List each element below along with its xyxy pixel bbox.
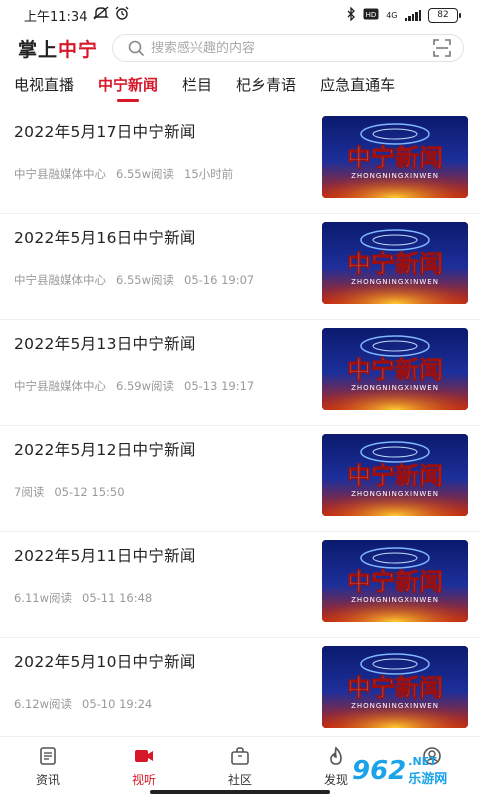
thumbnail-subtitle: ZHONGNINGXINWEN [351,172,439,180]
thumbnail-subtitle: ZHONGNINGXINWEN [351,384,439,392]
news-title: 2022年5月12日中宁新闻 [14,441,196,459]
notification-muted-icon [93,6,110,24]
tab-qixiang-qingyu[interactable]: 杞乡青语 [236,70,296,104]
news-meta: 中宁县融媒体中心 6.55w阅读 15小时前 [14,166,243,182]
news-thumbnail[interactable]: 中宁新闻 ZHONGNINGXINWEN [322,116,468,198]
thumbnail-subtitle: ZHONGNINGXINWEN [351,596,439,604]
tab-columns[interactable]: 栏目 [182,70,212,104]
battery-icon: 82 [428,7,461,23]
news-icon [37,745,59,767]
brand-part2: 中宁 [58,38,99,61]
status-bar: 上午11:34 HD 4G 82 [0,0,480,30]
thumbnail-title: 中宁新闻 [347,356,443,384]
news-time: 05-13 19:17 [184,379,255,393]
news-meta: 中宁县融媒体中心 6.59w阅读 05-13 19:17 [14,378,264,394]
app-header: 掌上中宁 [0,30,480,66]
news-title: 2022年5月13日中宁新闻 [14,335,196,353]
app-logo: 掌上中宁 [18,35,98,62]
news-item[interactable]: 2022年5月10日中宁新闻 6.12w阅读 05-10 19:24 中宁新闻 ZHON… [0,638,480,744]
news-thumbnail[interactable]: 中宁新闻 ZHONGNINGXINWEN [322,646,468,728]
news-meta: 中宁县融媒体中心 6.55w阅读 05-16 19:07 [14,272,264,288]
news-reads: 6.11w阅读 [14,591,73,605]
news-reads: 6.55w阅读 [116,273,175,287]
thumbnail-subtitle: ZHONGNINGXINWEN [351,490,439,498]
thumbnail-title: 中宁新闻 [347,674,443,702]
svg-text:HD: HD [366,11,377,19]
thumbnail-title: 中宁新闻 [347,144,443,172]
search-bar[interactable] [112,34,464,62]
video-icon [133,745,155,767]
alarm-icon [115,6,129,24]
nav-news-label: 资讯 [35,773,60,787]
tab-emergency[interactable]: 应急直通车 [320,70,395,104]
watermark-text: .NET 乐游网 [408,755,447,787]
news-list: 2022年5月17日中宁新闻 中宁县融媒体中心 6.55w阅读 15小时前 中宁新闻 ZH… [0,108,480,744]
bluetooth-icon [346,5,356,24]
home-indicator [150,790,330,794]
news-title: 2022年5月11日中宁新闻 [14,547,196,565]
news-reads: 7阅读 [14,485,45,499]
news-reads: 6.12w阅读 [14,697,73,711]
hd-icon: HD [363,8,379,23]
thumbnail-title: 中宁新闻 [347,568,443,596]
news-source: 中宁县融媒体中心 [14,273,106,287]
news-meta: 6.12w阅读 05-10 19:24 [14,696,162,712]
bag-icon [229,745,251,767]
watermark-logo: 962 .NET 乐游网 [352,748,472,794]
news-item[interactable]: 2022年5月11日中宁新闻 6.11w阅读 05-11 16:48 中宁新闻 ZHON… [0,532,480,638]
news-item[interactable]: 2022年5月17日中宁新闻中宁县融媒体中心 6.55w阅读 15小时前 中宁新闻 ZH… [0,108,480,214]
news-time: 05-16 19:07 [184,273,255,287]
news-item[interactable]: 2022年5月12日中宁新闻 7阅读 05-12 15:50 中宁新闻 ZHONGNIN… [0,426,480,532]
nav-video-label: 视听 [131,773,156,787]
news-meta: 7阅读 05-12 15:50 [14,484,135,500]
thumbnail-title: 中宁新闻 [347,462,443,490]
news-source: 中宁县融媒体中心 [14,379,106,393]
scan-icon[interactable] [431,37,453,59]
watermark-net: .NET [408,755,437,768]
tab-zhongning-news[interactable]: 中宁新闻 [98,70,158,104]
news-thumbnail[interactable]: 中宁新闻 ZHONGNINGXINWEN [322,434,468,516]
search-icon [127,39,145,57]
news-thumbnail[interactable]: 中宁新闻 ZHONGNINGXINWEN [322,222,468,304]
nav-discover-label: 发现 [323,773,348,787]
news-source: 中宁县融媒体中心 [14,167,106,181]
flame-icon [325,745,347,767]
nav-news[interactable]: 资讯 [0,737,96,800]
battery-level: 82 [437,10,449,20]
thumbnail-title: 中宁新闻 [347,250,443,278]
brand-part1: 掌上 [18,38,59,61]
news-thumbnail[interactable]: 中宁新闻 ZHONGNINGXINWEN [322,328,468,410]
tab-tv-live[interactable]: 电视直播 [14,70,74,104]
news-time: 15小时前 [184,167,234,181]
news-reads: 6.59w阅读 [116,379,175,393]
news-time: 05-10 19:24 [82,697,153,711]
news-item[interactable]: 2022年5月16日中宁新闻中宁县融媒体中心 6.55w阅读 05-16 19:07… [0,214,480,320]
nav-community-label: 社区 [227,773,252,787]
news-reads: 6.55w阅读 [116,167,175,181]
news-meta: 6.11w阅读 05-11 16:48 [14,590,162,606]
news-item[interactable]: 2022年5月13日中宁新闻中宁县融媒体中心 6.59w阅读 05-13 19:17… [0,320,480,426]
thumbnail-subtitle: ZHONGNINGXINWEN [351,278,439,286]
status-left: 上午11:34 [24,6,129,25]
status-time: 上午11:34 [24,9,88,25]
category-tabs: 电视直播 中宁新闻 栏目 杞乡青语 应急直通车 [0,70,480,104]
signal-icon [404,9,421,21]
network-type: 4G [386,10,398,20]
status-right: HD 4G 82 [346,5,461,24]
watermark-cn: 乐游网 [408,772,448,787]
news-title: 2022年5月17日中宁新闻 [14,123,196,141]
watermark-number: 962 [352,756,407,786]
news-title: 2022年5月16日中宁新闻 [14,229,196,247]
news-title: 2022年5月10日中宁新闻 [14,653,196,671]
thumbnail-subtitle: ZHONGNINGXINWEN [351,702,439,710]
news-thumbnail[interactable]: 中宁新闻 ZHONGNINGXINWEN [322,540,468,622]
news-time: 05-11 16:48 [82,591,153,605]
news-time: 05-12 15:50 [54,485,125,499]
search-input[interactable] [151,40,431,56]
